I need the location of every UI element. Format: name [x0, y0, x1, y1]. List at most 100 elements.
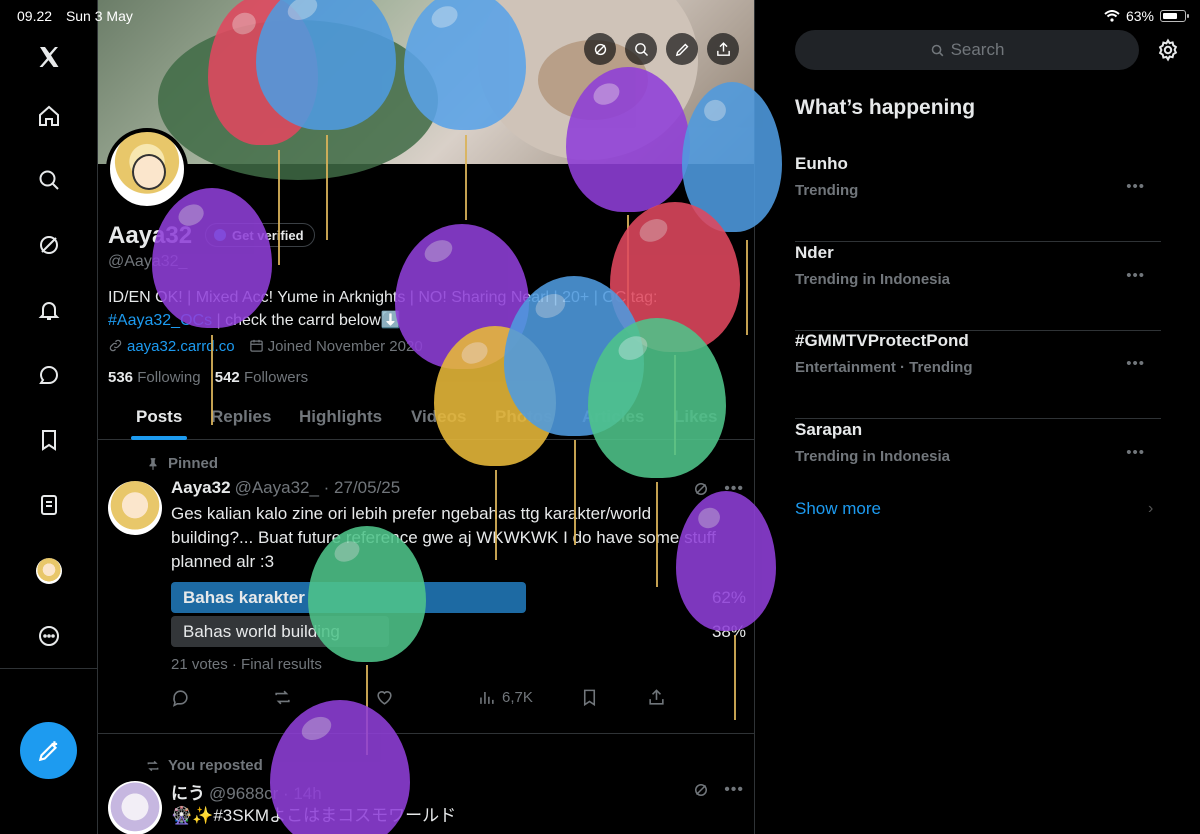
reply-icon [172, 690, 188, 707]
tab-likes[interactable]: Likes [674, 407, 717, 427]
pinned-label: Pinned [146, 455, 218, 472]
post-header: Aaya32 @Aaya32_ · 27/05/25 [171, 478, 400, 498]
search-icon [931, 44, 943, 56]
followers-link[interactable]: 542 Followers [215, 369, 308, 386]
pinned-text: Pinned [168, 455, 219, 472]
compose-icon [38, 740, 57, 761]
lists-icon[interactable] [32, 488, 66, 522]
profile-meta: aaya32.carrd.co Joined November 2020 [108, 338, 423, 355]
bookmarks-icon[interactable] [32, 423, 66, 457]
reply-button[interactable] [171, 688, 190, 707]
following-link[interactable]: 536 Following [108, 369, 201, 386]
wifi-icon [1104, 10, 1120, 22]
reposted-label: You reposted [146, 757, 263, 774]
edit-icon[interactable] [666, 33, 698, 65]
trend-name: Nder [795, 243, 834, 262]
poll-option-label: Bahas karakter [183, 588, 305, 607]
profile-bio: ID/EN OK! | Mixed Acc! Yume in Arknights… [108, 286, 738, 332]
active-tab-indicator [131, 436, 187, 440]
poll-option-percent: 38% [711, 622, 746, 641]
share-icon[interactable] [707, 33, 739, 65]
status-date: Sun 3 May [65, 8, 133, 24]
views-icon [480, 691, 494, 704]
following-count: 536 [108, 369, 134, 386]
views-button[interactable]: 6,7K [477, 688, 533, 707]
trend-meta: Trending in Indonesia [795, 448, 951, 465]
messages-icon[interactable] [32, 358, 66, 392]
tab-photos[interactable]: Photos [495, 407, 553, 427]
post-divider [98, 733, 754, 734]
search-icon[interactable] [625, 33, 657, 65]
tab-videos[interactable]: Videos [411, 407, 466, 427]
battery-percent: 63% [1125, 8, 1154, 24]
grok-icon[interactable] [692, 781, 710, 799]
profile-tabs: Posts Replies Highlights Videos Photos A… [98, 396, 754, 440]
profile-avatar[interactable] [106, 128, 188, 210]
post-top-icons: ••• [692, 781, 744, 799]
post-author-name[interactable]: Aaya32 [171, 478, 231, 497]
reposted-text: You reposted [168, 757, 263, 774]
more-icon[interactable] [32, 619, 66, 653]
x-logo-icon[interactable] [32, 40, 66, 74]
trend-item[interactable]: #GMMTVProtectPond Entertainment · Trendi… [795, 331, 1161, 419]
notifications-icon[interactable] [32, 293, 66, 327]
post-actions: 6,7K [171, 688, 741, 712]
battery-icon [1160, 10, 1189, 22]
tab-articles[interactable]: Articles [582, 407, 644, 427]
grok-icon[interactable] [32, 228, 66, 262]
tab-replies[interactable]: Replies [211, 407, 271, 427]
chevron-right-icon: › [1148, 500, 1154, 517]
follow-stats: 536 Following 542 Followers [108, 369, 308, 386]
trend-item[interactable]: Eunho Trending ••• [795, 154, 1161, 242]
post-avatar[interactable] [108, 781, 162, 834]
like-button[interactable] [375, 688, 394, 707]
search-input[interactable]: Search [795, 30, 1139, 70]
right-sidebar: Search What’s happening Eunho Trending •… [756, 0, 1200, 834]
main-column: Aaya32 Get verified @Aaya32_ ID/EN OK! |… [98, 0, 755, 834]
poll-option-label: Bahas world building [183, 622, 340, 641]
followers-label: Followers [243, 369, 309, 386]
grok-icon[interactable] [692, 480, 710, 498]
profile-avatar[interactable] [32, 554, 66, 588]
home-icon[interactable] [32, 99, 66, 133]
repost-button[interactable] [273, 688, 292, 707]
post-author-name[interactable]: にう [171, 784, 205, 803]
compose-button[interactable] [20, 722, 77, 779]
more-options-icon[interactable]: ••• [1126, 355, 1145, 372]
share-button[interactable] [647, 688, 666, 707]
tab-posts[interactable]: Posts [136, 407, 182, 427]
poll-option-percent: 62% [711, 588, 746, 607]
status-time: 09.22 [17, 8, 53, 24]
show-more-link[interactable]: Show more [795, 499, 881, 519]
more-options-icon[interactable]: ••• [1126, 178, 1145, 195]
trend-item[interactable]: Sarapan Trending in Indonesia ••• [795, 420, 1161, 508]
profile-link[interactable]: aaya32.carrd.co [127, 338, 235, 355]
bookmark-icon [583, 689, 596, 707]
post-header: にう @9688cr · 14h [171, 779, 322, 804]
bio-hashtag-link[interactable]: #Aaya32_OCs [108, 312, 212, 329]
grok-icon[interactable] [584, 33, 616, 65]
more-options-icon[interactable]: ••• [724, 480, 744, 498]
poll-footer: 21 votes · Final results [171, 656, 322, 673]
nav-divider [0, 668, 98, 669]
bio-line-2: | check the carrd below⬇️ [212, 312, 401, 329]
post-handle-time: @Aaya32_ · 27/05/25 [234, 478, 401, 497]
views-count: 6,7K [502, 689, 533, 706]
post-avatar[interactable] [108, 481, 162, 535]
get-verified-button[interactable]: Get verified [205, 223, 315, 247]
gear-icon[interactable] [1156, 38, 1180, 62]
search-icon[interactable] [32, 163, 66, 197]
tab-highlights[interactable]: Highlights [299, 407, 382, 427]
trend-meta: Trending in Indonesia [795, 271, 951, 288]
more-options-icon[interactable]: ••• [1126, 444, 1145, 461]
get-verified-label: Get verified [232, 227, 304, 243]
pin-icon [149, 457, 157, 470]
search-placeholder: Search [950, 40, 1005, 59]
more-options-icon[interactable]: ••• [1126, 267, 1145, 284]
poll-option: Bahas karakter 62% [171, 582, 746, 613]
more-options-icon[interactable]: ••• [724, 781, 744, 799]
trend-item[interactable]: Nder Trending in Indonesia ••• [795, 243, 1161, 331]
bookmark-button[interactable] [580, 688, 599, 707]
followers-count: 542 [214, 369, 240, 386]
trend-name: #GMMTVProtectPond [795, 331, 969, 350]
